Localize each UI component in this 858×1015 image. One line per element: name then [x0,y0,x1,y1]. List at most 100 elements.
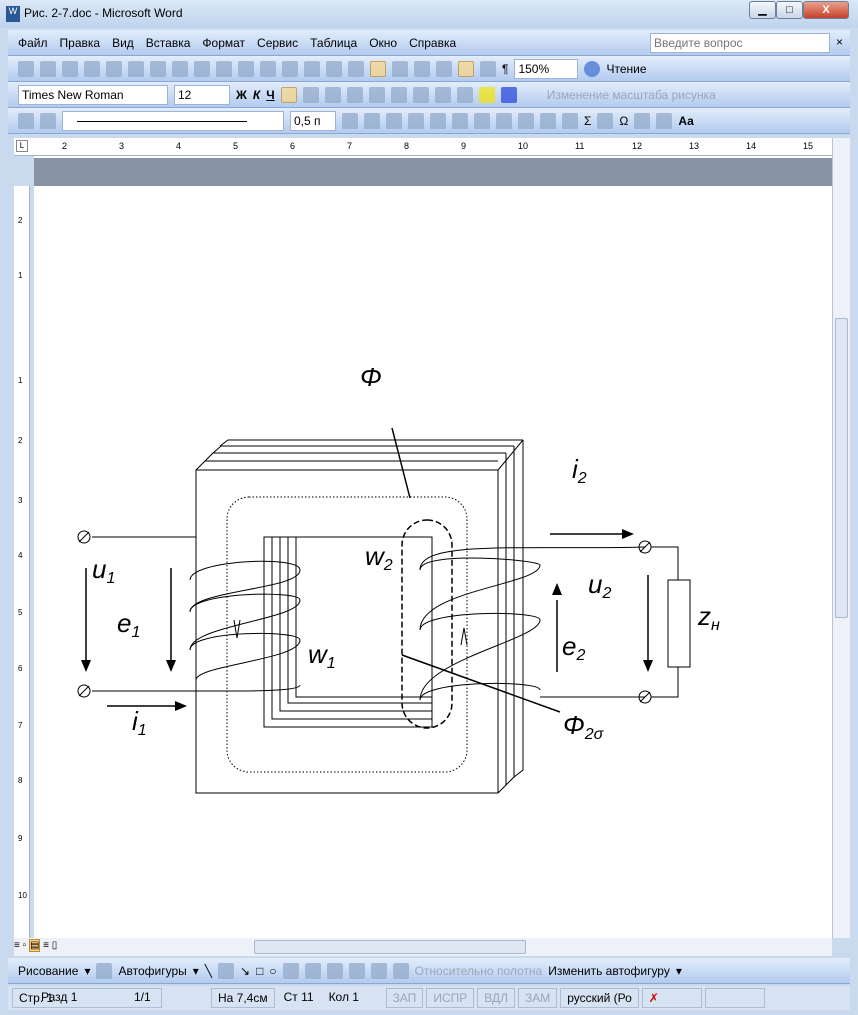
sort-icon[interactable] [656,112,673,129]
line-weight-select[interactable]: 0,5 п [290,110,336,131]
fit-icon[interactable] [348,962,365,979]
scale-icon[interactable] [392,962,409,979]
menu-table[interactable]: Таблица [310,36,357,50]
align-right-icon[interactable] [324,86,341,103]
border-color-icon[interactable] [342,112,358,129]
spelling-status-icon[interactable]: ✗ [641,988,702,1008]
distribute-cols-icon[interactable] [518,112,534,129]
doc-map-icon[interactable] [480,60,496,77]
help-search-input[interactable] [650,33,830,53]
relative-canvas-button[interactable]: Относительно полотна [415,964,543,978]
horizontal-scroll-thumb[interactable] [254,940,526,954]
reading-button[interactable]: Чтение [606,62,646,76]
insert-table-icon[interactable] [392,60,408,77]
line-spacing-icon[interactable] [368,86,385,103]
tab-selector[interactable]: L [16,140,28,152]
oval-icon[interactable]: ○ [269,964,276,978]
autosum-button[interactable]: Σ [584,114,591,128]
select-multiple-icon[interactable] [304,962,321,979]
picture-scale-button[interactable]: Изменение масштаба рисунка [547,88,716,102]
zoom-select[interactable]: 150% [514,58,579,79]
autoshapes-menu[interactable]: Автофигуры [118,964,186,978]
connector-icon[interactable] [218,962,235,979]
copy-icon[interactable] [238,60,254,77]
equation-icon[interactable] [597,112,614,129]
view-mode-icons[interactable]: ≡ ▫ ▤ ≡ ▯ [14,939,57,952]
increase-indent-icon[interactable] [456,86,473,103]
permission-icon[interactable] [84,60,100,77]
print-icon[interactable] [128,60,144,77]
bullets-icon[interactable] [412,86,429,103]
font-select[interactable]: Times New Roman [18,84,168,105]
drawing-icon[interactable] [458,60,474,77]
arrow-icon[interactable]: ↘ [240,964,250,978]
eraser2-icon[interactable] [634,112,651,129]
cut-icon[interactable] [216,60,232,77]
email-icon[interactable] [106,60,122,77]
text-direction-icon[interactable] [562,112,578,129]
bold-button[interactable]: Ж [236,88,247,102]
menu-insert[interactable]: Вставка [146,36,191,50]
vertical-scroll-thumb[interactable] [835,318,848,618]
menu-view[interactable]: Вид [112,36,134,50]
show-formatting-button[interactable]: ¶ [502,62,508,76]
merge-cells-icon[interactable] [430,112,446,129]
textbox-icon[interactable] [282,962,299,979]
menu-tools[interactable]: Сервис [257,36,298,50]
undo-icon[interactable] [304,60,320,77]
minimize-button[interactable]: ▁ [749,1,776,19]
insert-excel-icon[interactable] [414,60,430,77]
close-button[interactable]: X [803,1,849,19]
distribute-rows-icon[interactable] [496,112,512,129]
menu-help[interactable]: Справка [409,36,456,50]
expand-icon[interactable] [370,962,387,979]
menu-window[interactable]: Окно [369,36,397,50]
status-rec[interactable]: ЗАП [385,988,424,1008]
align-cell-icon[interactable] [474,112,490,129]
save-icon[interactable] [62,60,78,77]
tables-borders-icon[interactable] [370,60,386,77]
font-size-select[interactable]: 12 [174,84,230,105]
italic-button[interactable]: К [253,88,260,102]
columns-icon[interactable] [436,60,452,77]
rectangle-icon[interactable]: □ [256,964,263,978]
change-shape-menu[interactable]: Изменить автофигуру [548,964,670,978]
status-ovr[interactable]: ЗАМ [517,988,558,1008]
eraser-icon[interactable] [40,112,56,129]
autoformat-icon[interactable] [540,112,556,129]
draw-table-icon[interactable] [18,112,34,129]
paste-icon[interactable] [260,60,276,77]
hyperlink-icon[interactable] [348,60,364,77]
menu-format[interactable]: Формат [202,36,245,50]
redo-icon[interactable] [326,60,342,77]
underline-button[interactable]: Ч [266,88,274,102]
align-left-icon[interactable] [280,86,297,103]
line-style-select[interactable] [62,110,284,131]
menu-file[interactable]: Файл [18,36,48,50]
new-icon[interactable] [18,60,34,77]
print-preview-icon[interactable] [150,60,166,77]
decrease-indent-icon[interactable] [434,86,451,103]
grid-icon[interactable] [326,962,343,979]
status-trk[interactable]: ИСПР [426,988,475,1008]
vertical-ruler[interactable]: 2 1 1 2 3 4 5 6 7 8 9 10 [14,186,30,938]
highlight-icon[interactable] [478,86,495,103]
font-color-icon[interactable] [500,86,517,103]
format-painter-icon[interactable] [282,60,298,77]
numbering-icon[interactable] [390,86,407,103]
spelling-icon[interactable] [172,60,188,77]
help-icon[interactable] [584,60,601,77]
insert-table2-icon[interactable] [408,112,424,129]
menu-edit[interactable]: Правка [60,36,101,50]
horizontal-ruler[interactable]: L 2 3 4 5 6 7 8 9 10 11 12 13 14 15 [14,138,832,156]
vertical-scrollbar[interactable] [832,138,850,938]
status-ext[interactable]: ВДЛ [477,988,515,1008]
research-icon[interactable] [194,60,210,77]
split-cells-icon[interactable] [452,112,468,129]
draw-menu[interactable]: Рисование [18,964,78,978]
shading-icon[interactable] [386,112,402,129]
symbol-button[interactable]: Ω [619,114,628,128]
maximize-button[interactable]: □ [776,1,803,19]
justify-icon[interactable] [346,86,363,103]
align-center-icon[interactable] [302,86,319,103]
